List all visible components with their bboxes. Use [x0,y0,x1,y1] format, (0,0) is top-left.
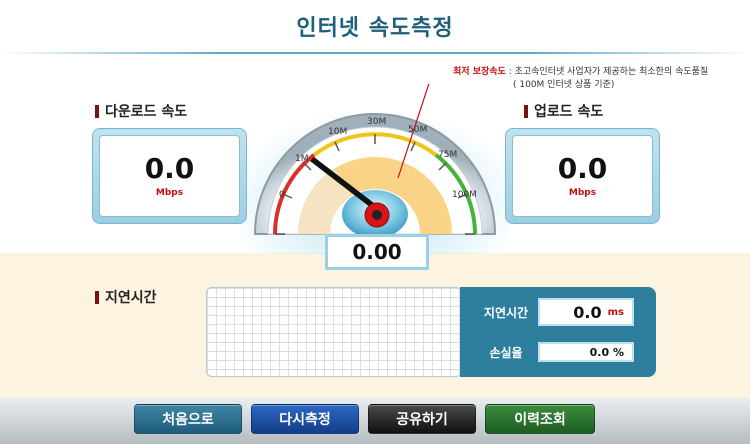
gauge-tick-0: 0 [279,190,285,200]
retest-button[interactable]: 다시측정 [251,404,359,434]
loss-label: 손실율 [489,345,523,360]
gauge-needle-pivot [372,210,382,220]
section-marker-icon [95,290,99,304]
history-button-label: 이력조회 [514,412,566,428]
gauge-tick-1m: 1M [295,154,309,164]
retest-button-label: 다시측정 [279,412,331,428]
loss-value: 0.0 % [589,345,624,359]
share-button[interactable]: 공유하기 [368,404,476,434]
latency-row: 지연시간 0.0 ms [474,298,634,326]
title-bar: 인터넷 속도측정 [0,0,750,52]
upload-label-text: 업로드 속도 [534,104,604,120]
share-button-label: 공유하기 [396,412,448,428]
section-marker-icon [524,104,528,118]
section-marker-icon [95,104,99,118]
latency-label: 지연시간 [483,305,529,320]
upload-label: 업로드 속도 [524,101,603,121]
upload-speed-value: 0.0 [557,152,608,185]
download-speed-unit: Mbps [155,188,184,198]
latency-stats-panel: 지연시간 0.0 ms 손실율 0.0 % [460,287,656,377]
download-label: 다운로드 속도 [95,101,187,121]
min-speed-text: 초고속인터넷 사업자가 제공하는 최소한의 속도품질 [514,67,709,77]
home-button[interactable]: 처음으로 [134,404,242,434]
min-speed-label: 최저 보장속도 [453,67,506,77]
latency-value: 0.0 [573,302,602,322]
home-button-label: 처음으로 [162,412,214,428]
gauge-tick-30m: 30M [367,117,386,127]
download-speed-box: 0.0 Mbps [92,128,247,224]
speed-gauge: 0 1M 10M 30M 50M 75M 100M [240,84,510,254]
latency-section-label: 지연시간 [95,287,157,307]
gauge-tick-75m: 75M [438,150,457,160]
latency-section-label-text: 지연시간 [105,290,157,306]
upload-speed-box: 0.0 Mbps [505,128,660,224]
download-speed-value: 0.0 [144,152,195,185]
page-title: 인터넷 속도측정 [296,16,454,41]
gauge-tick-100m: 100M [452,190,477,200]
current-speed-value: 0.00 [325,234,429,270]
latency-unit: ms [607,306,624,318]
loss-row: 손실율 0.0 % [474,342,634,362]
download-label-text: 다운로드 속도 [105,104,188,120]
min-speed-colon: : [505,67,515,77]
loss-value-box: 0.0 % [538,342,634,362]
latency-graph [206,287,462,377]
latency-value-box: 0.0 ms [538,298,634,326]
title-divider [0,52,750,54]
gauge-tick-50m: 50M [408,125,427,135]
upload-speed-unit: Mbps [568,188,597,198]
gauge-tick-10m: 10M [328,127,347,137]
history-button[interactable]: 이력조회 [485,404,595,434]
